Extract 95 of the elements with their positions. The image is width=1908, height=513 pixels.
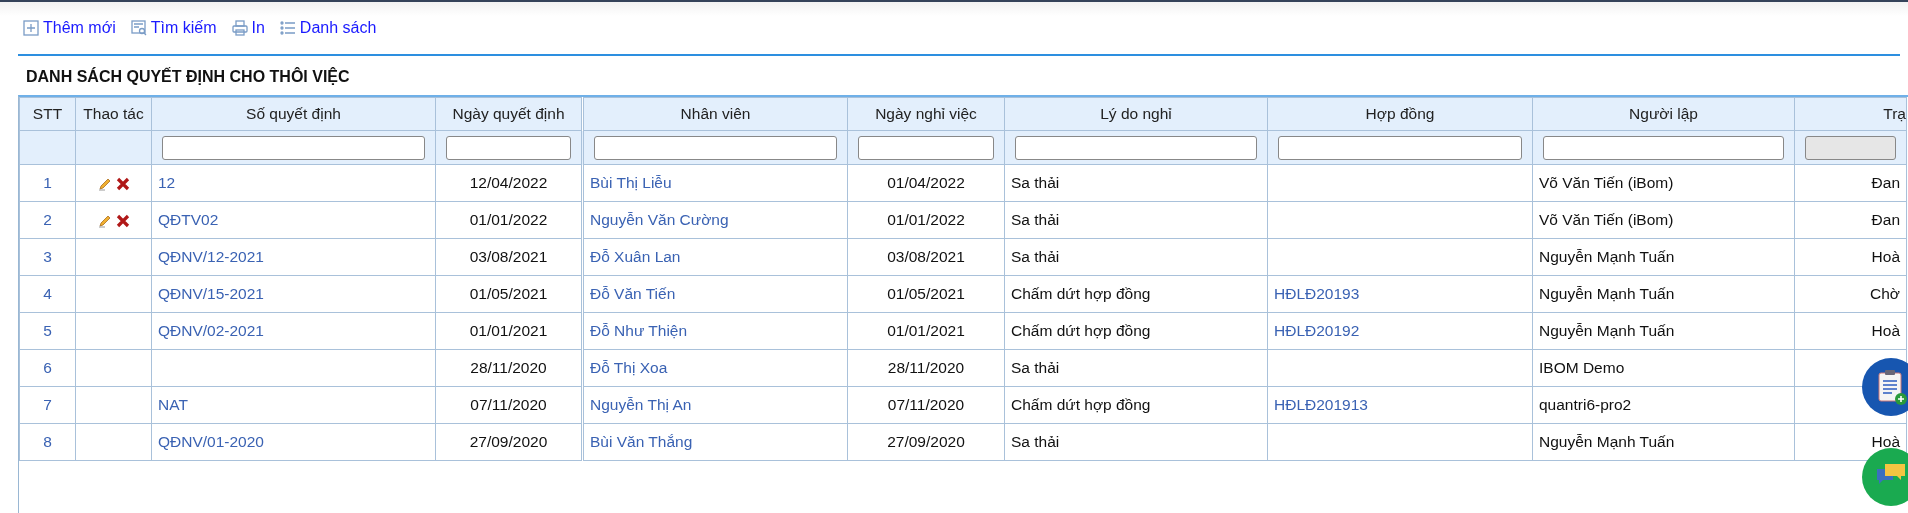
column-header: STT <box>32 105 63 122</box>
filter-field[interactable] <box>858 135 994 160</box>
employee-name[interactable]: Bùi Văn Thắng <box>590 433 693 450</box>
row-number[interactable]: 2 <box>43 211 52 228</box>
row-number[interactable]: 3 <box>43 248 52 265</box>
leave-reason: Sa thải <box>1011 211 1060 228</box>
row-number[interactable]: 4 <box>43 285 52 302</box>
status-text: Đan <box>1871 211 1900 228</box>
pencil-icon[interactable] <box>97 176 112 191</box>
decision-date: 12/04/2022 <box>469 174 548 191</box>
leave-reason: Sa thải <box>1011 359 1060 376</box>
creator-name: Nguyễn Mạnh Tuấn <box>1539 248 1675 265</box>
employee-name[interactable]: Nguyễn Thị An <box>590 396 692 413</box>
contract-link[interactable]: HĐLĐ20192 <box>1274 322 1360 339</box>
filter-field[interactable] <box>446 135 571 160</box>
creator-name: Võ Văn Tiến (iBom) <box>1539 211 1674 228</box>
decision-date: 27/09/2020 <box>469 433 548 450</box>
decision-number[interactable]: QĐNV/12-2021 <box>158 248 264 265</box>
status-text: Hoà <box>1871 433 1900 450</box>
search-document-icon <box>129 19 148 37</box>
creator-name: IBOM Demo <box>1539 359 1625 376</box>
row-number[interactable]: 7 <box>43 396 52 413</box>
row-number[interactable]: 8 <box>43 433 52 450</box>
filter-field[interactable] <box>1278 135 1522 160</box>
toolbar-button[interactable]: Thêm mới <box>22 19 116 37</box>
add-icon <box>22 19 40 37</box>
employee-name[interactable]: Đỗ Văn Tiến <box>590 285 676 302</box>
decision-date: 01/05/2021 <box>469 285 548 302</box>
leave-date: 01/04/2022 <box>887 174 965 191</box>
filter-field[interactable] <box>594 135 837 160</box>
leave-reason: Sa thải <box>1011 248 1060 265</box>
column-header: Người lập <box>1629 105 1698 122</box>
leave-reason: Sa thải <box>1011 433 1060 450</box>
employee-name[interactable]: Đỗ Thị Xoa <box>590 359 668 376</box>
employee-name[interactable]: Đỗ Như Thiện <box>590 322 688 339</box>
leave-date: 01/01/2022 <box>887 211 965 228</box>
filter-field[interactable] <box>162 135 425 160</box>
chat-button[interactable] <box>1862 448 1908 506</box>
status-text: Hoà <box>1871 322 1900 339</box>
column-header: Thao tác <box>83 105 144 122</box>
decision-date: 07/11/2020 <box>470 396 547 413</box>
column-header: Ngày quyết định <box>452 105 565 122</box>
employee-name[interactable]: Bùi Thị Liễu <box>590 174 672 191</box>
decision-number[interactable]: NAT <box>158 396 188 413</box>
leave-reason: Chấm dứt hợp đồng <box>1011 285 1151 302</box>
print-icon <box>230 19 249 37</box>
toolbar-button[interactable]: In <box>230 19 265 37</box>
creator-name: quantri6-pro2 <box>1539 396 1632 413</box>
add-document-button[interactable] <box>1862 358 1908 416</box>
toolbar-button[interactable]: Tìm kiếm <box>129 19 217 37</box>
row-number[interactable]: 5 <box>43 322 52 339</box>
page-title: DANH SÁCH QUYẾT ĐỊNH CHO THÔI VIỆC <box>25 66 351 87</box>
column-header: Hợp đồng <box>1365 105 1435 122</box>
leave-reason: Chấm dứt hợp đồng <box>1011 396 1151 413</box>
creator-name: Nguyễn Mạnh Tuấn <box>1539 433 1675 450</box>
leave-date: 03/08/2021 <box>887 248 965 265</box>
leave-date: 01/05/2021 <box>887 285 965 302</box>
delete-icon[interactable] <box>115 176 130 191</box>
employee-name[interactable]: Đỗ Xuân Lan <box>590 248 681 265</box>
list-icon <box>278 19 297 37</box>
column-header: Số quyết định <box>246 105 341 122</box>
decision-date: 03/08/2021 <box>469 248 548 265</box>
leave-reason: Chấm dứt hợp đồng <box>1011 322 1151 339</box>
decision-date: 01/01/2021 <box>469 322 548 339</box>
creator-name: Nguyễn Mạnh Tuấn <box>1539 322 1675 339</box>
decision-number[interactable]: QĐNV/01-2020 <box>158 433 264 450</box>
row-number[interactable]: 6 <box>43 359 52 376</box>
column-header: Ngày nghỉ việc <box>875 105 977 122</box>
leave-reason: Sa thải <box>1011 174 1060 191</box>
decision-number[interactable]: 12 <box>158 174 176 191</box>
pencil-icon[interactable] <box>97 213 112 228</box>
leave-date: 27/09/2020 <box>887 433 965 450</box>
contract-link[interactable]: HĐLĐ201913 <box>1274 396 1368 413</box>
filter-field[interactable] <box>1543 135 1784 160</box>
status-text: Chờ <box>1870 285 1900 302</box>
creator-name: Nguyễn Mạnh Tuấn <box>1539 285 1675 302</box>
status-text: Đan <box>1871 174 1900 191</box>
column-header: Lý do nghỉ <box>1100 105 1172 122</box>
status-text: Hoà <box>1871 248 1900 265</box>
decision-number[interactable]: QĐTV02 <box>158 211 219 228</box>
filter-field[interactable] <box>1015 135 1257 160</box>
leave-date: 01/01/2021 <box>887 322 965 339</box>
column-header: Trạ <box>1883 105 1906 122</box>
decision-number[interactable]: QĐNV/15-2021 <box>158 285 264 302</box>
decision-date: 01/01/2022 <box>469 211 548 228</box>
column-header: Nhân viên <box>680 105 751 122</box>
leave-date: 28/11/2020 <box>887 359 965 376</box>
row-number[interactable]: 1 <box>43 174 52 191</box>
creator-name: Võ Văn Tiến (iBom) <box>1539 174 1674 191</box>
toolbar-button[interactable]: Danh sách <box>278 19 377 37</box>
decision-number[interactable]: QĐNV/02-2021 <box>158 322 264 339</box>
decision-date: 28/11/2020 <box>470 359 547 376</box>
delete-icon[interactable] <box>115 213 130 228</box>
leave-date: 07/11/2020 <box>887 396 965 413</box>
contract-link[interactable]: HĐLĐ20193 <box>1274 285 1360 302</box>
